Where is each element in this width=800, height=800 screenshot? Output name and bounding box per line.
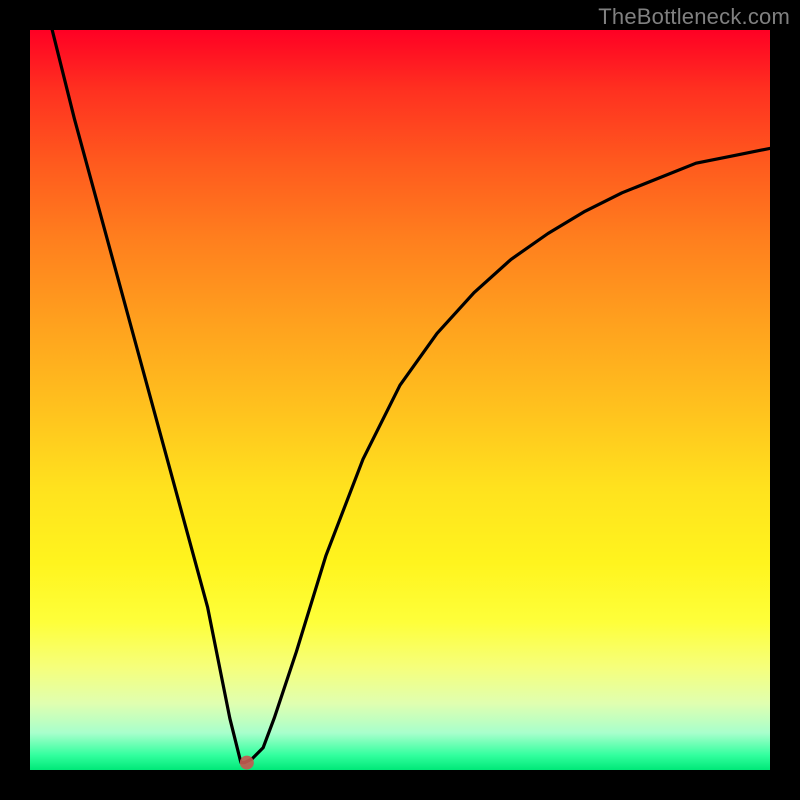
bottleneck-curve xyxy=(52,30,770,763)
watermark-text: TheBottleneck.com xyxy=(598,4,790,30)
min-point-marker xyxy=(240,756,254,770)
curve-layer xyxy=(30,30,770,770)
plot-area xyxy=(30,30,770,770)
chart-frame: TheBottleneck.com xyxy=(0,0,800,800)
